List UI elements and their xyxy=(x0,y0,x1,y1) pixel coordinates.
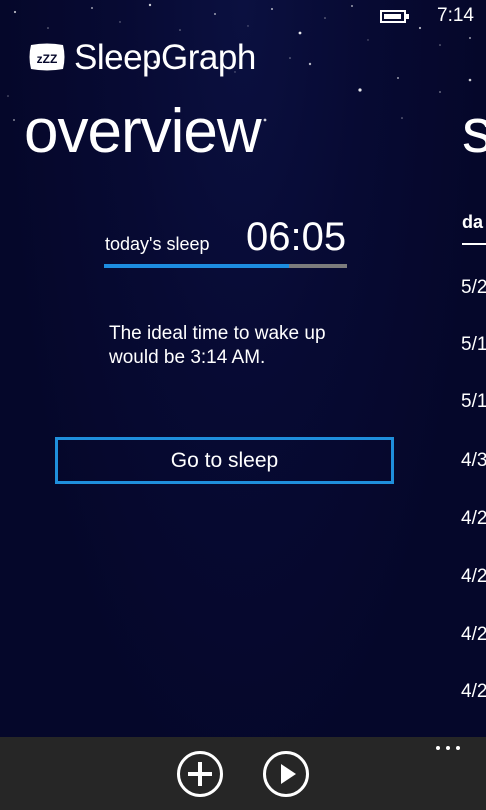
add-button[interactable] xyxy=(177,751,223,797)
play-button[interactable] xyxy=(263,751,309,797)
battery-icon xyxy=(380,10,409,23)
history-item[interactable]: 5/1 xyxy=(461,334,486,356)
wake-up-message: The ideal time to wake up would be 3:14 … xyxy=(109,323,326,368)
ellipsis-icon xyxy=(456,746,460,750)
history-item[interactable]: 4/2 xyxy=(461,624,486,646)
app-screen: 7:14 zZZ SleepGraph overview s today's s… xyxy=(0,0,486,810)
history-item[interactable]: 5/2 xyxy=(461,277,486,299)
history-item[interactable]: 4/2 xyxy=(461,508,486,530)
history-header-underline xyxy=(462,243,486,245)
more-options-button[interactable] xyxy=(434,743,464,753)
ellipsis-icon xyxy=(446,746,450,750)
ellipsis-icon xyxy=(436,746,440,750)
history-item[interactable]: 5/1 xyxy=(461,391,486,413)
sleep-progress-fill xyxy=(104,264,289,268)
status-bar: 7:14 xyxy=(0,0,486,34)
history-item[interactable]: 4/2 xyxy=(461,681,486,703)
pivot-header-next[interactable]: s xyxy=(462,96,486,167)
history-column-header: da xyxy=(462,212,484,232)
app-title: SleepGraph xyxy=(74,38,256,77)
sleep-logo-icon: zZZ xyxy=(29,43,65,71)
status-time: 7:14 xyxy=(437,5,474,26)
go-to-sleep-button[interactable]: Go to sleep xyxy=(55,437,394,484)
add-icon xyxy=(188,762,212,786)
pivot-header-overview[interactable]: overview xyxy=(24,96,262,167)
sleep-progress-bar xyxy=(104,264,347,268)
history-item[interactable]: 4/3 xyxy=(461,450,486,472)
history-item[interactable]: 4/2 xyxy=(461,566,486,588)
app-bar xyxy=(0,737,486,810)
logo-text: zZZ xyxy=(37,52,58,66)
todays-sleep-value: 06:05 xyxy=(246,215,347,259)
todays-sleep-label: today's sleep xyxy=(105,234,210,254)
play-icon xyxy=(281,764,296,784)
